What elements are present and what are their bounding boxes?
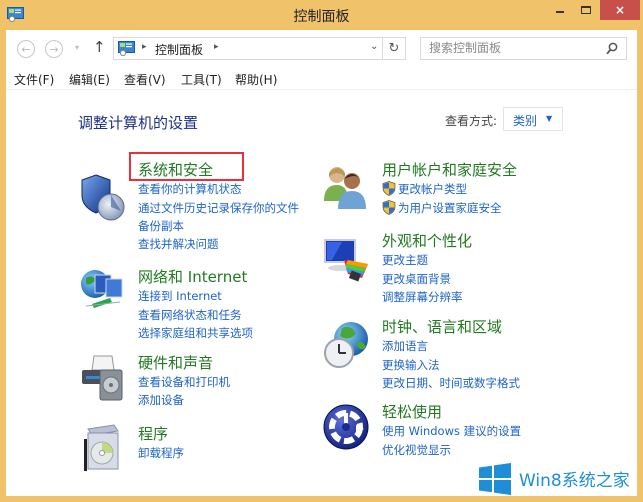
category-hardware-sound: 硬件和声音 查看设备和打印机 添加设备: [78, 352, 318, 407]
category-title[interactable]: 外观和个性化: [382, 230, 472, 251]
close-icon: ×: [614, 3, 626, 17]
title-bar[interactable]: 控制面板 ×: [0, 0, 643, 30]
maximize-icon: [581, 6, 591, 14]
category-title[interactable]: 硬件和声音: [138, 352, 213, 373]
refresh-icon: ↻: [388, 41, 400, 56]
users-icon[interactable]: [322, 163, 372, 213]
menu-tools[interactable]: 工具(T): [181, 71, 222, 88]
content-area: 调整计算机的设置 查看方式: 类别 ▼ 系统和安全 查看你的计算机状态 通过文件…: [6, 90, 637, 496]
category-programs: 程序 卸载程序: [78, 423, 318, 478]
page-heading: 调整计算机的设置: [78, 114, 199, 132]
link-devices-printers[interactable]: 查看设备和打印机: [138, 374, 230, 390]
link-optimize-visual-display[interactable]: 优化视觉显示: [382, 442, 451, 458]
search-icon[interactable]: [606, 42, 618, 55]
link-use-recommended-settings[interactable]: 使用 Windows 建议的设置: [382, 423, 521, 439]
link-network-status[interactable]: 查看网络状态和任务: [138, 307, 242, 323]
annotation-highlight-box: [129, 152, 244, 181]
menu-edit[interactable]: 编辑(E): [69, 71, 110, 88]
maximize-button[interactable]: [573, 0, 599, 20]
address-bar[interactable]: ▸ 控制面板 ▸ ⌄: [113, 37, 383, 60]
category-title[interactable]: 用户帐户和家庭安全: [382, 159, 517, 180]
chevron-down-icon: ▾: [75, 43, 80, 52]
printer-speaker-icon[interactable]: [78, 352, 128, 402]
breadcrumb-separator-icon[interactable]: ▸: [142, 42, 147, 52]
minimize-button[interactable]: [547, 0, 573, 20]
menu-help[interactable]: 帮助(H): [235, 71, 277, 88]
link-backup[interactable]: 备份副本: [138, 218, 184, 234]
back-arrow-icon: ←: [21, 42, 31, 56]
watermark: Win8系统之家: [479, 458, 637, 496]
control-panel-icon: [118, 41, 135, 56]
menu-view[interactable]: 查看(V): [124, 71, 166, 88]
category-network-internet: 网络和 Internet 连接到 Internet 查看网络状态和任务 选择家庭…: [78, 266, 318, 340]
up-arrow-icon: ↑: [93, 38, 106, 56]
link-change-theme[interactable]: 更改主题: [382, 252, 428, 268]
link-homegroup[interactable]: 选择家庭组和共享选项: [138, 325, 253, 341]
link-file-history[interactable]: 通过文件历史记录保存你的文件: [138, 200, 299, 216]
menu-file[interactable]: 文件(F): [14, 71, 54, 88]
watermark-text: Win8系统之家: [519, 471, 630, 491]
uac-shield-icon: [382, 181, 396, 196]
link-uninstall-program[interactable]: 卸载程序: [138, 445, 184, 461]
link-add-device[interactable]: 添加设备: [138, 392, 184, 408]
uac-shield-icon: [382, 200, 396, 215]
back-button[interactable]: ←: [17, 40, 35, 58]
minimize-icon: [556, 11, 564, 13]
link-change-desktop-background[interactable]: 更改桌面背景: [382, 271, 451, 287]
category-title[interactable]: 网络和 Internet: [138, 266, 247, 287]
link-adjust-resolution[interactable]: 调整屏幕分辨率: [382, 289, 463, 305]
link-add-language[interactable]: 添加语言: [382, 338, 428, 354]
breadcrumb-separator-icon[interactable]: ▸: [214, 42, 219, 52]
windows-logo-icon: [479, 463, 511, 495]
shield-pie-chart-icon[interactable]: [78, 173, 128, 223]
category-user-accounts: 用户帐户和家庭安全 更改帐户类型 为用户设置家庭安全: [322, 159, 572, 219]
up-button[interactable]: ↑: [93, 38, 106, 56]
forward-button[interactable]: →: [45, 40, 63, 58]
dropdown-arrow-icon: ▼: [546, 114, 553, 123]
recent-locations-button[interactable]: ▾: [75, 43, 79, 52]
globe-network-icon[interactable]: [78, 266, 128, 316]
link-change-date-time-format[interactable]: 更改日期、时间或数字格式: [382, 375, 520, 391]
search-box[interactable]: [420, 37, 627, 60]
category-clock-language-region: 时钟、语言和区域 添加语言 更换输入法 更改日期、时间或数字格式: [322, 316, 572, 390]
view-by-dropdown[interactable]: 类别 ▼: [503, 107, 563, 131]
link-family-safety[interactable]: 为用户设置家庭安全: [398, 200, 502, 216]
monitor-palette-icon[interactable]: [322, 234, 372, 284]
refresh-button[interactable]: ↻: [383, 37, 406, 60]
globe-clock-icon[interactable]: [322, 320, 372, 370]
search-input[interactable]: [429, 41, 599, 55]
link-change-account-type[interactable]: 更改帐户类型: [398, 181, 467, 197]
category-title[interactable]: 程序: [138, 423, 168, 444]
menu-bar: 文件(F) 编辑(E) 查看(V) 工具(T) 帮助(H): [6, 66, 637, 90]
link-change-input-method[interactable]: 更换输入法: [382, 357, 440, 373]
link-connect-internet[interactable]: 连接到 Internet: [138, 288, 222, 304]
category-appearance-personalization: 外观和个性化 更改主题 更改桌面背景 调整屏幕分辨率: [322, 230, 572, 304]
program-box-cd-icon[interactable]: [78, 423, 128, 473]
ease-of-access-icon[interactable]: [322, 403, 372, 453]
category-title[interactable]: 轻松使用: [382, 401, 442, 422]
link-view-computer-status[interactable]: 查看你的计算机状态: [138, 181, 242, 197]
close-button[interactable]: ×: [600, 0, 640, 20]
control-panel-window: ← → ▾ ↑ ▸ 控制面板 ▸ ⌄ ↻ 文件(F): [6, 30, 637, 496]
category-title[interactable]: 时钟、语言和区域: [382, 316, 502, 337]
breadcrumb-control-panel[interactable]: 控制面板: [155, 41, 203, 58]
category-ease-of-access: 轻松使用 使用 Windows 建议的设置 优化视觉显示: [322, 401, 572, 458]
view-by-label: 查看方式:: [445, 114, 498, 128]
view-by-value: 类别: [513, 114, 538, 128]
forward-arrow-icon: →: [49, 42, 59, 56]
address-history-dropdown[interactable]: ⌄: [370, 41, 378, 52]
navigation-bar: ← → ▾ ↑ ▸ 控制面板 ▸ ⌄ ↻: [6, 30, 637, 66]
link-troubleshoot[interactable]: 查找并解决问题: [138, 236, 219, 252]
